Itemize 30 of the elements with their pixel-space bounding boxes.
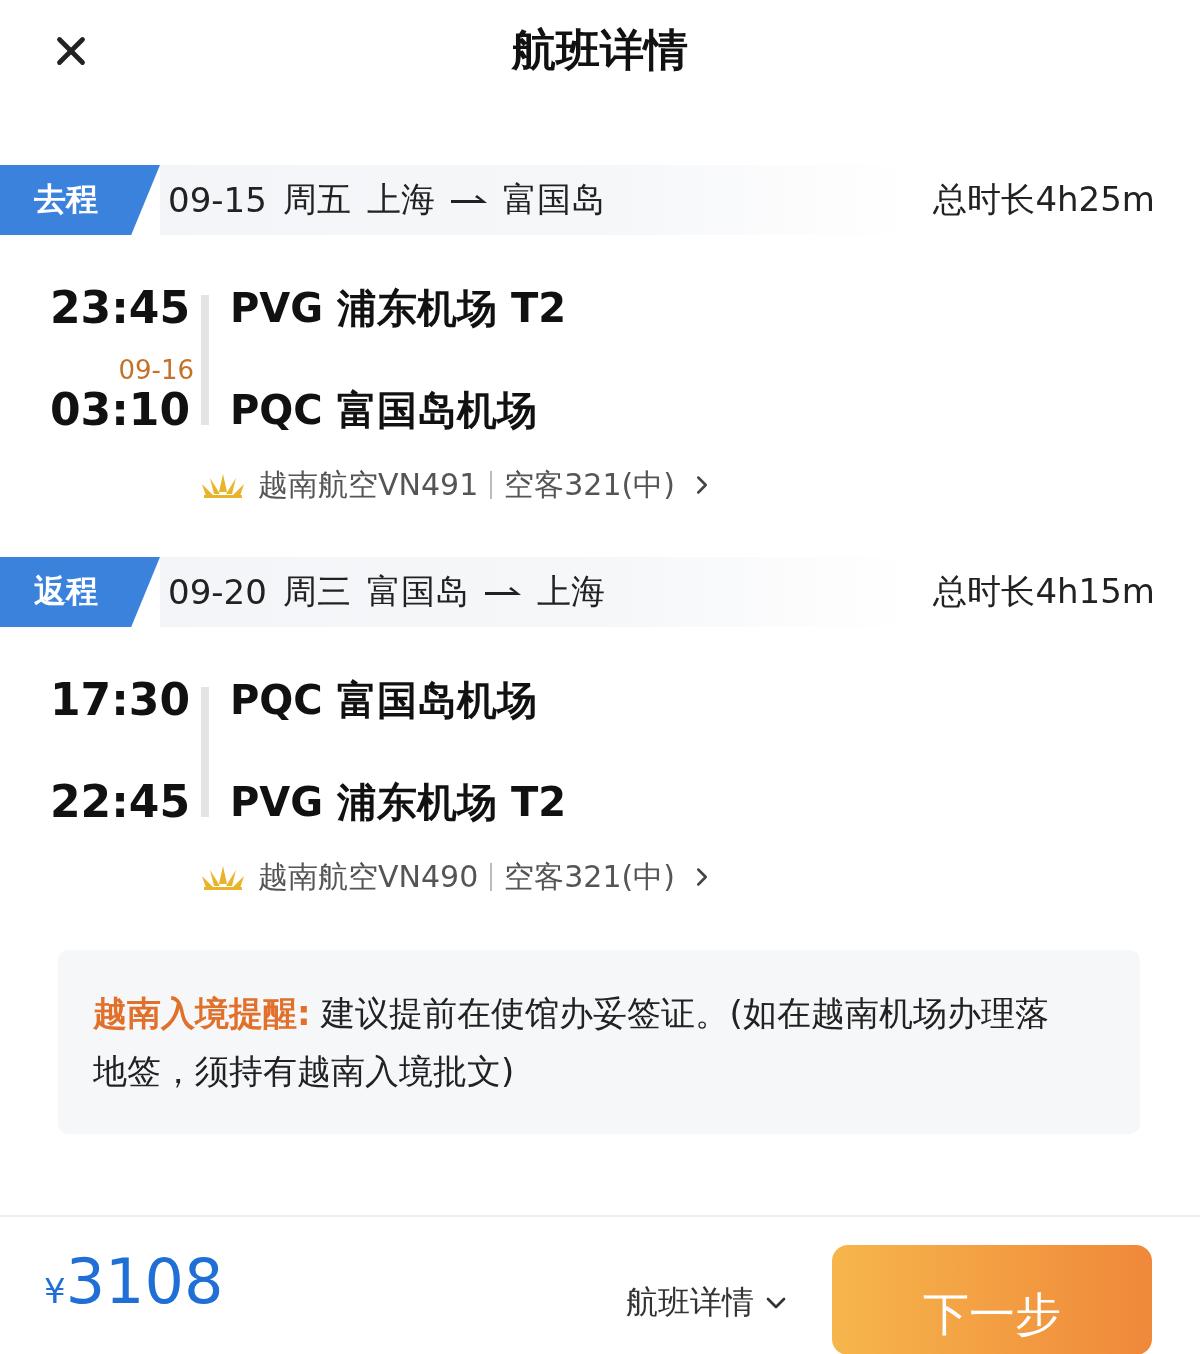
currency-symbol: ¥ — [44, 1271, 66, 1311]
leg-tag: 返程 — [0, 557, 160, 627]
total-price: 3108 — [65, 1245, 224, 1318]
leg-weekday: 周三 — [282, 570, 351, 613]
arrival-time: 22:45 — [49, 777, 190, 827]
aircraft-type: 空客321(中) — [504, 857, 675, 896]
arrival-airport: PQC 富国岛机场 — [230, 386, 538, 435]
arrival-date: 09-16 — [118, 355, 194, 385]
departure-time: 23:45 — [49, 283, 190, 333]
arrival-time: 03:10 — [49, 385, 190, 435]
total-duration: 总时长4h25m — [933, 178, 1155, 221]
leg-weekday: 周五 — [282, 178, 351, 221]
destination-city: 上海 — [536, 570, 605, 613]
departure-airport: PQC 富国岛机场 — [230, 676, 538, 725]
page-title: 航班详情 — [512, 22, 688, 77]
leg-date: 09-20 — [168, 572, 267, 612]
aircraft-type: 空客321(中) — [504, 465, 675, 504]
origin-city: 富国岛 — [366, 570, 469, 613]
notice-text: 越南入境提醒: 建议提前在使馆办妥签证。(如在越南机场办理落地签，须持有越南入境批文) — [93, 992, 1050, 1093]
leg-tag: 去程 — [0, 165, 160, 235]
arrival-airport: PVG 浦东机场 T2 — [230, 778, 568, 827]
flight-number: 越南航空VN490 — [258, 857, 479, 896]
origin-city: 上海 — [366, 178, 435, 221]
flight-number: 越南航空VN491 — [258, 465, 479, 504]
total-duration: 总时长4h15m — [933, 570, 1155, 613]
departure-time: 17:30 — [49, 675, 190, 725]
leg-date: 09-15 — [168, 180, 267, 220]
flight-details-link[interactable]: 航班详情 — [626, 1281, 792, 1325]
departure-airport: PVG 浦东机场 T2 — [230, 284, 568, 333]
destination-city: 富国岛 — [502, 178, 605, 221]
